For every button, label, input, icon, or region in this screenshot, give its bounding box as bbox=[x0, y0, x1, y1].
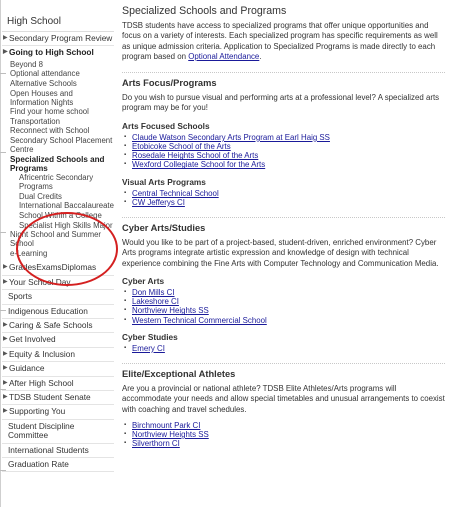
sidebar-item-label: Get Involved bbox=[9, 334, 56, 345]
school-list: Central Technical SchoolCW Jefferys CI bbox=[122, 189, 445, 208]
list-item: Birchmount Park CI bbox=[124, 421, 445, 430]
list-item: Central Technical School bbox=[124, 189, 445, 198]
group-heading: Cyber Studies bbox=[122, 331, 178, 342]
sidebar-subitem-specialized-schools-and-programs[interactable]: Specialized Schools and Programs bbox=[2, 155, 114, 174]
optional-attendance-link[interactable]: Optional Attendance bbox=[188, 52, 259, 61]
sidebar-subitem-beyond-8[interactable]: Beyond 8 bbox=[2, 60, 114, 70]
school-list: Don Mills CILakeshore CINorthview Height… bbox=[122, 288, 445, 325]
page-left-border bbox=[0, 0, 1, 507]
sidebar-subitem-dual-credits[interactable]: Dual Credits bbox=[2, 192, 114, 202]
list-item: Emery CI bbox=[124, 344, 445, 353]
school-link[interactable]: Wexford Collegiate School for the Arts bbox=[132, 160, 265, 169]
school-link[interactable]: Northview Heights SS bbox=[132, 306, 209, 315]
list-item: Lakeshore CI bbox=[124, 297, 445, 306]
sidebar-item-tdsb-student-senate[interactable]: ▶ TDSB Student Senate bbox=[2, 391, 114, 406]
sidebar-item-going-to-high-school[interactable]: ▶ Going to High School bbox=[2, 46, 114, 59]
school-link[interactable]: Silverthorn CI bbox=[132, 439, 180, 448]
group-heading: Visual Arts Programs bbox=[122, 176, 206, 187]
school-link[interactable]: Rosedale Heights School of the Arts bbox=[132, 151, 258, 160]
main-content: Specialized Schools and Programs TDSB st… bbox=[122, 5, 445, 449]
school-link[interactable]: Birchmount Park CI bbox=[132, 421, 200, 430]
school-list: Birchmount Park CINorthview Heights SSSi… bbox=[122, 421, 445, 449]
sidebar-item-label: Graduation Rate bbox=[8, 459, 69, 469]
sidebar-item-sports[interactable]: Sports bbox=[2, 290, 114, 305]
section-title: Arts Focus/Programs bbox=[122, 78, 217, 89]
sidebar-subitem-africentric-secondary-programs[interactable]: Africentric Secondary Programs bbox=[2, 173, 114, 192]
sidebar-subitem-open-houses-and-information-nights[interactable]: Open Houses and Information Nights bbox=[2, 89, 114, 108]
sidebar-item-get-involved[interactable]: ▶ Get Involved bbox=[2, 333, 114, 348]
sidebar-subitem-optional-attendance[interactable]: Optional attendance bbox=[2, 69, 114, 79]
intro-text: TDSB students have access to specialized… bbox=[122, 21, 438, 61]
list-item: Don Mills CI bbox=[124, 288, 445, 297]
list-item: Wexford Collegiate School for the Arts bbox=[124, 160, 445, 169]
sidebar-subitem-transportation[interactable]: Transportation bbox=[2, 117, 114, 127]
list-item: CW Jefferys CI bbox=[124, 198, 445, 207]
sidebar-subitem-alternative-schools[interactable]: Alternative Schools bbox=[2, 79, 114, 89]
sidebar-subitem-secondary-school-placement-centre[interactable]: Secondary School Placement Centre bbox=[2, 136, 114, 155]
sidebar-item-label: Sports bbox=[8, 291, 32, 302]
list-item: Western Technical Commercial School bbox=[124, 316, 445, 325]
sidebar-item-secondary-program-review[interactable]: ▶ Secondary Program Review bbox=[2, 32, 114, 47]
sidebar-item-graduation-rate[interactable]: Graduation Rate bbox=[2, 458, 114, 473]
school-link[interactable]: Northview Heights SS bbox=[132, 430, 209, 439]
page-title: Specialized Schools and Programs bbox=[122, 5, 287, 17]
intro-end: . bbox=[259, 51, 262, 61]
school-link[interactable]: Claude Watson Secondary Arts Program at … bbox=[132, 133, 330, 142]
sidebar-item-supporting-you[interactable]: ▶ Supporting You bbox=[2, 405, 114, 420]
section-title: Elite/Exceptional Athletes bbox=[122, 368, 236, 379]
list-item: Silverthorn CI bbox=[124, 439, 445, 448]
sidebar-item-label: Caring & Safe Schools bbox=[9, 319, 93, 330]
school-link[interactable]: Central Technical School bbox=[132, 189, 219, 198]
section-description: Would you like to be part of a project-b… bbox=[122, 238, 439, 268]
sidebar-item-label: Supporting You bbox=[9, 406, 66, 417]
sidebar-item-label: TDSB Student Senate bbox=[9, 391, 91, 402]
sidebar-item-label: Student Discipline Committee bbox=[8, 420, 75, 441]
group-heading: Cyber Arts bbox=[122, 275, 165, 286]
list-item: Northview Heights SS bbox=[124, 306, 445, 315]
list-item: Claude Watson Secondary Arts Program at … bbox=[124, 133, 445, 142]
section-elite-exceptional-athletes: Elite/Exceptional Athletes Are you a prov… bbox=[122, 362, 445, 449]
sidebar-item-label: After High School bbox=[9, 377, 74, 388]
sidebar-item-label: Equity & Inclusion bbox=[9, 348, 75, 359]
school-link[interactable]: Lakeshore CI bbox=[132, 297, 179, 306]
section-arts-focus-programs: Arts Focus/Programs Do you wish to pursue… bbox=[122, 72, 445, 207]
school-list: Claude Watson Secondary Arts Program at … bbox=[122, 133, 445, 170]
annotation-circle bbox=[16, 212, 118, 286]
list-item: Rosedale Heights School of the Arts bbox=[124, 151, 445, 160]
school-link[interactable]: CW Jefferys CI bbox=[132, 198, 185, 207]
sidebar-item-caring-safe-schools[interactable]: ▶ Caring & Safe Schools bbox=[2, 319, 114, 334]
sidebar-item-student-discipline-committee[interactable]: Student Discipline Committee bbox=[2, 420, 114, 444]
school-link[interactable]: Emery CI bbox=[132, 344, 165, 353]
section-title: Cyber Arts/Studies bbox=[122, 223, 206, 233]
sidebar-heading[interactable]: High School bbox=[2, 6, 114, 32]
section-cyber-arts-studies: Cyber Arts/Studies Would you like to be p… bbox=[122, 217, 445, 353]
sidebar-item-guidance[interactable]: ▶ Guidance bbox=[2, 362, 114, 377]
intro-paragraph: TDSB students have access to specialized… bbox=[122, 21, 445, 62]
sidebar-item-international-students[interactable]: International Students bbox=[2, 444, 114, 458]
sidebar-item-label: Indigenous Education bbox=[8, 305, 88, 316]
school-link[interactable]: Western Technical Commercial School bbox=[132, 316, 267, 325]
sidebar-subitem-international-baccalaureate[interactable]: International Baccalaureate bbox=[2, 201, 114, 211]
school-link[interactable]: Don Mills CI bbox=[132, 288, 175, 297]
sidebar-subitem-find-your-home-school[interactable]: Find your home school bbox=[2, 107, 114, 117]
sidebar-item-label: Secondary Program Review bbox=[9, 33, 113, 43]
section-description: Are you a provincial or national athlete… bbox=[122, 383, 445, 414]
sidebar-item-label: Guidance bbox=[9, 363, 45, 374]
school-link[interactable]: Etobicoke School of the Arts bbox=[132, 142, 231, 151]
sidebar-subitem-reconnect-with-school[interactable]: Reconnect with School bbox=[2, 126, 114, 136]
sidebar-item-label: International Students bbox=[8, 444, 89, 455]
list-item: Etobicoke School of the Arts bbox=[124, 142, 445, 151]
section-description: Do you wish to pursue visual and perform… bbox=[122, 93, 440, 113]
sidebar-item-after-high-school[interactable]: ▶ After High School bbox=[2, 377, 114, 391]
sidebar-item-label: Going to High School bbox=[9, 47, 94, 58]
list-item: Northview Heights SS bbox=[124, 430, 445, 439]
sidebar-item-equity-inclusion[interactable]: ▶ Equity & Inclusion bbox=[2, 348, 114, 363]
sidebar-item-indigenous-education[interactable]: Indigenous Education bbox=[2, 305, 114, 319]
school-list: Emery CI bbox=[122, 344, 445, 353]
group-heading: Arts Focused Schools bbox=[122, 120, 210, 131]
